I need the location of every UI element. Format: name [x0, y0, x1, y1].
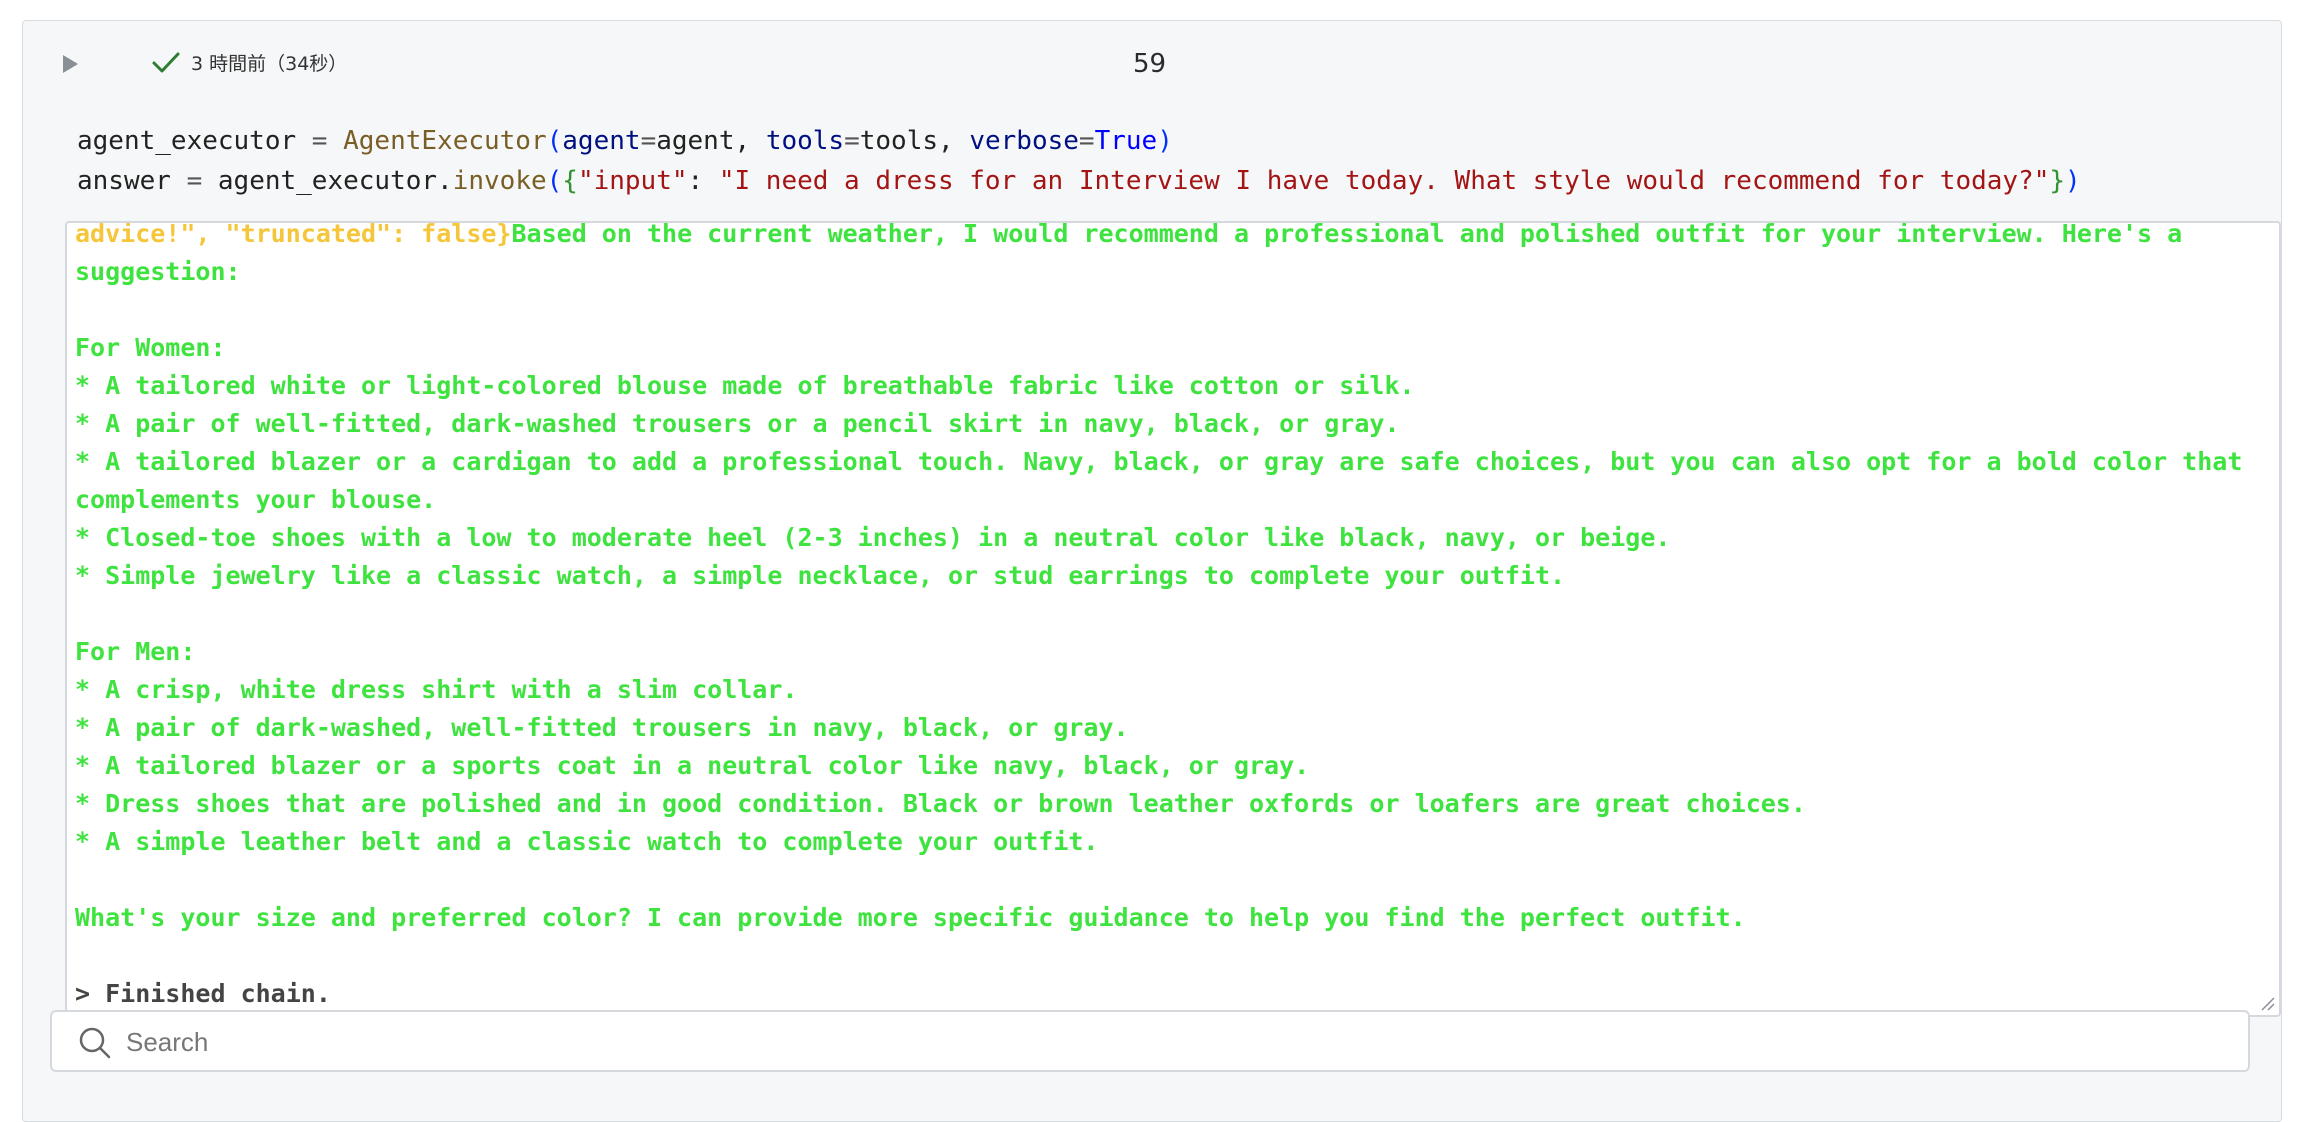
code-line-1: agent_executor = AgentExecutor(agent=age…: [77, 126, 1173, 156]
run-cell-button[interactable]: [57, 51, 83, 77]
output-finished-chain: > Finished chain.: [75, 979, 331, 1008]
check-icon: [152, 52, 180, 72]
play-icon: [63, 55, 78, 73]
execution-status-text: 3 時間前（34秒）: [191, 53, 348, 75]
code-editor[interactable]: agent_executor = AgentExecutor(agent=age…: [77, 121, 2081, 201]
output-text: advice!", "truncated": false}Based on th…: [67, 221, 2279, 1013]
output-json-tail: advice!", "truncated": false}: [75, 221, 512, 248]
execution-status: 3 時間前（34秒）: [151, 49, 347, 76]
resize-handle-icon[interactable]: [2259, 995, 2275, 1011]
search-icon: [79, 1027, 111, 1059]
code-line-2: answer = agent_executor.invoke({"input":…: [77, 166, 2081, 196]
search-input[interactable]: [124, 1020, 2228, 1064]
output-body: Based on the current weather, I would re…: [75, 221, 2243, 932]
notebook-cell: 3 時間前（34秒） 59 agent_executor = AgentExec…: [22, 20, 2282, 1122]
cell-output[interactable]: advice!", "truncated": false}Based on th…: [65, 221, 2281, 1017]
search-bar: [50, 1010, 2250, 1072]
cell-header: 3 時間前（34秒） 59: [23, 21, 2281, 105]
execution-count: 59: [1133, 49, 1167, 79]
